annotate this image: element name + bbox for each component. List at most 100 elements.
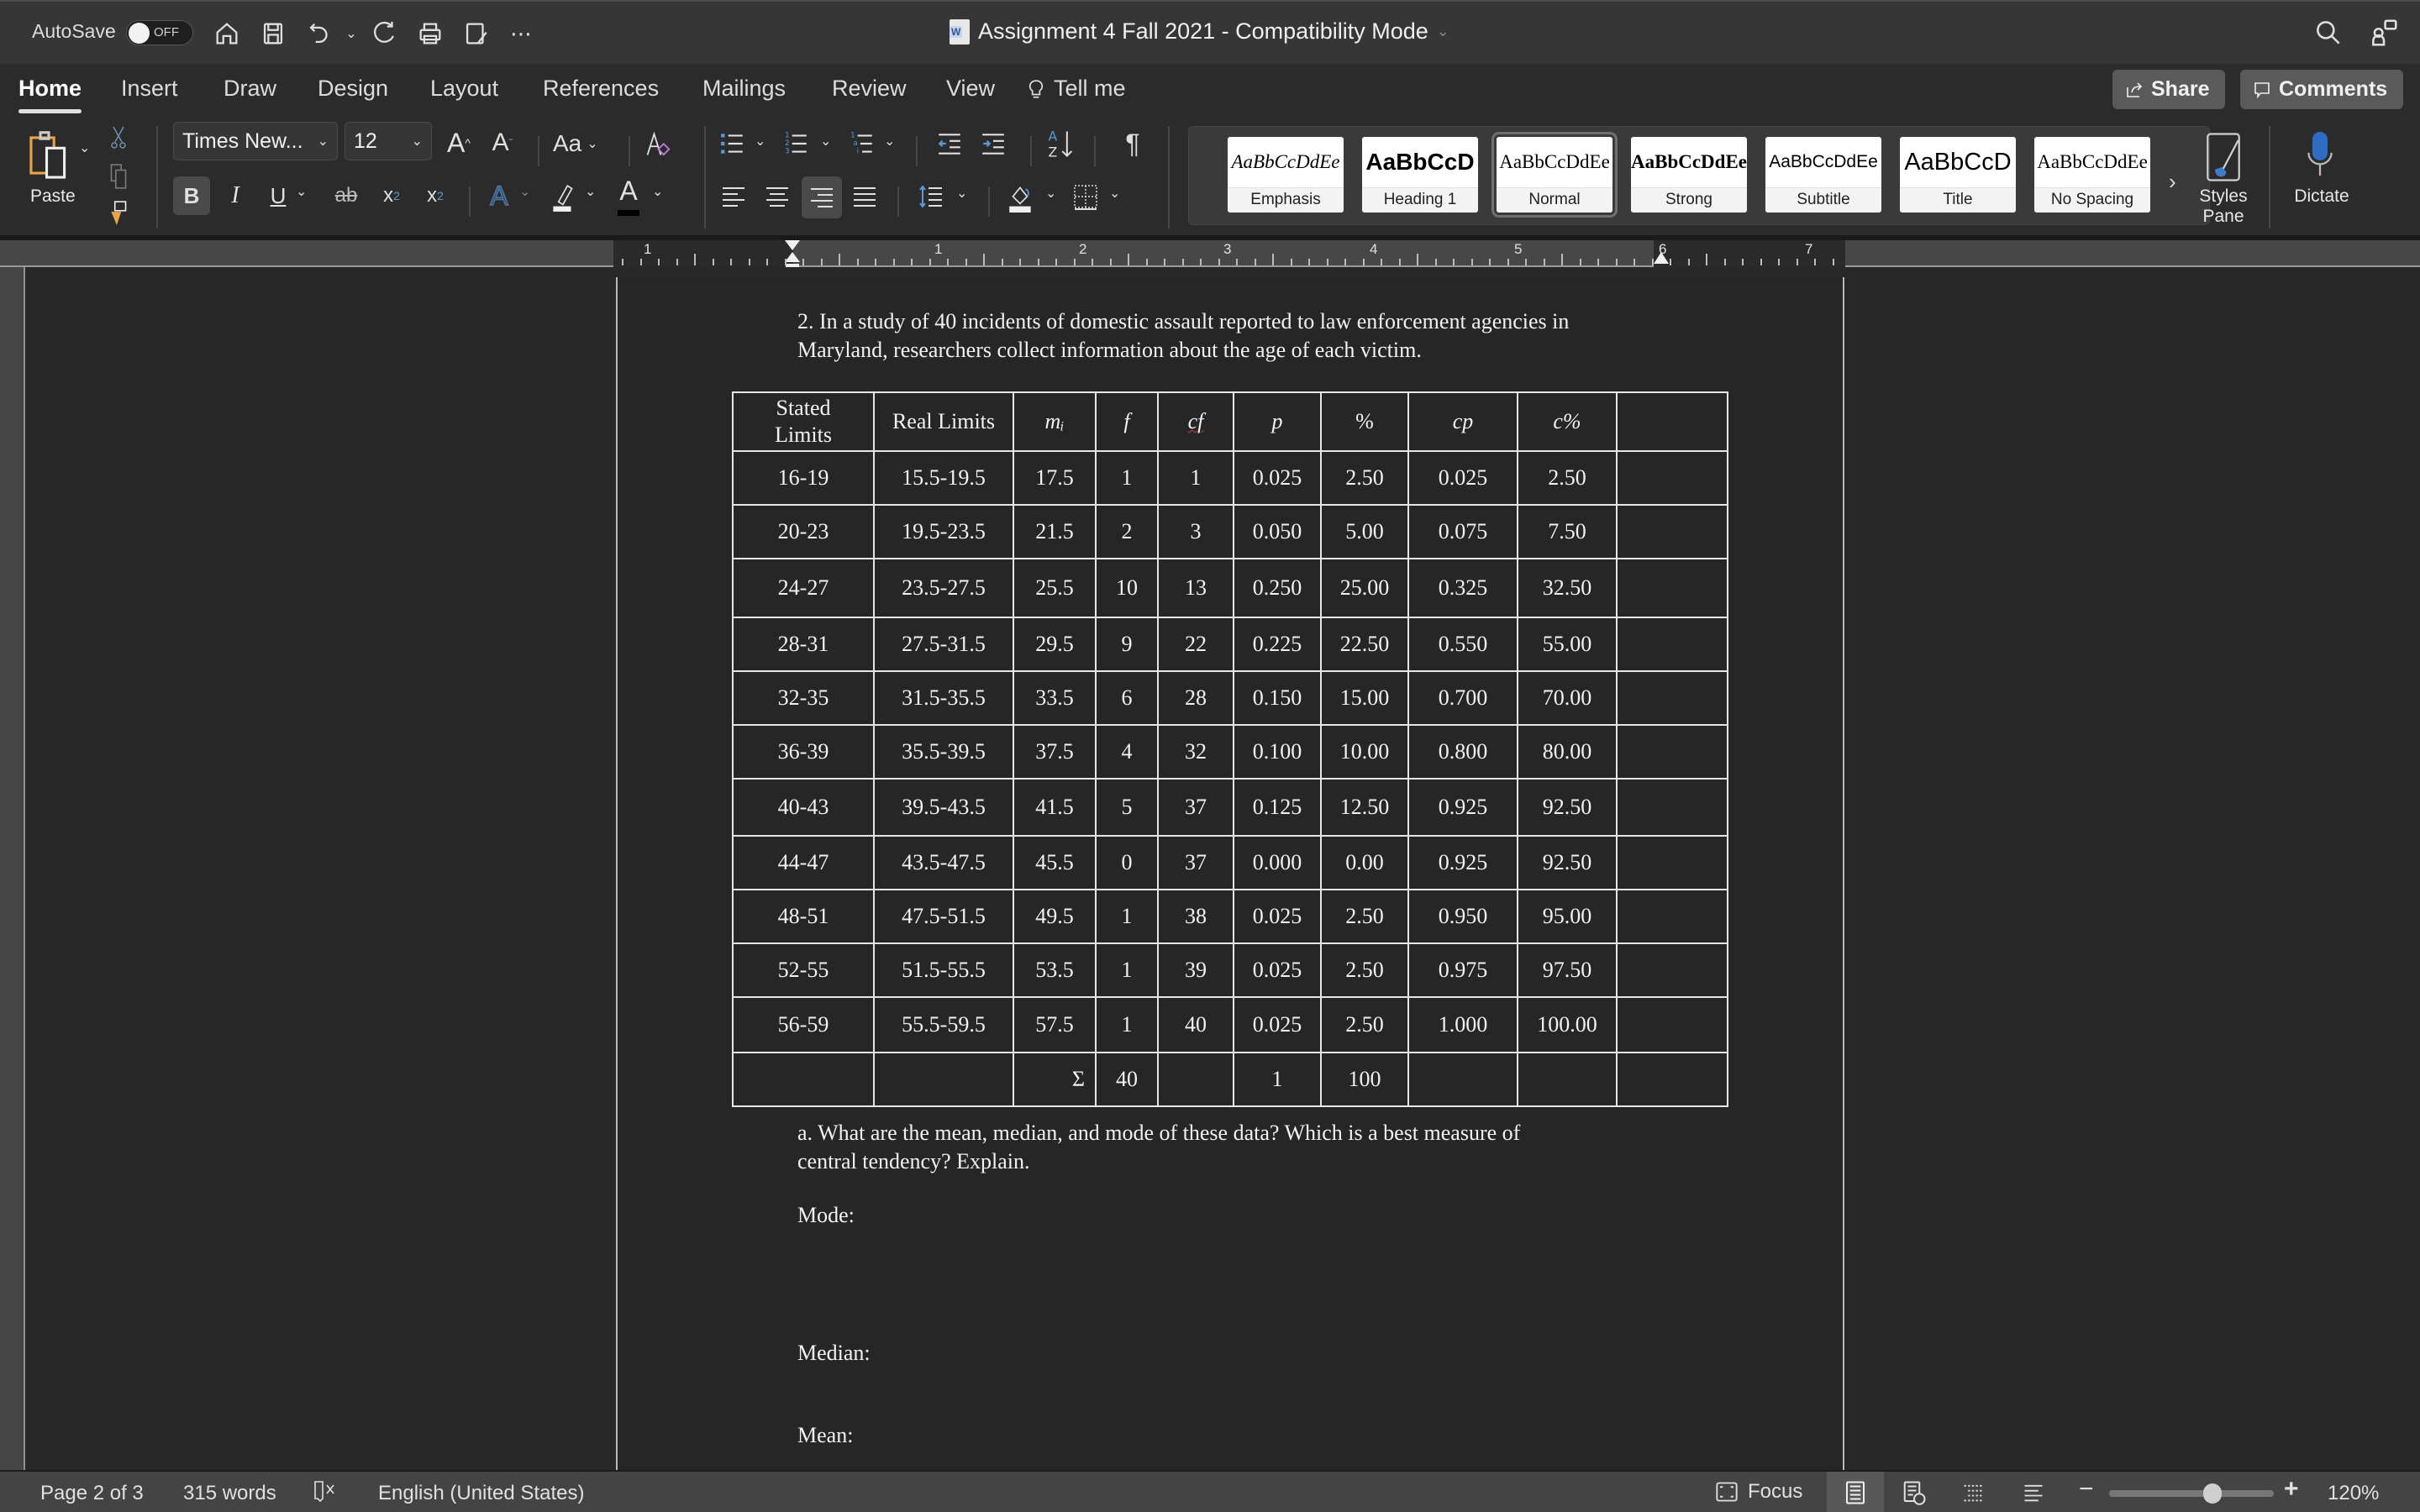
tab-insert[interactable]: Insert <box>121 76 178 102</box>
font-name-select[interactable]: Times New... ⌄ <box>173 122 338 160</box>
bullets-icon[interactable] <box>719 126 746 161</box>
cell-cumulative-proportion: 0.075 <box>1407 504 1518 559</box>
style-title[interactable]: AaBbCcD Title <box>1900 137 2016 213</box>
multilevel-list-icon[interactable]: 1ai <box>849 126 876 161</box>
zoom-slider[interactable] <box>2109 1483 2274 1504</box>
style-no-spacing[interactable]: AaBbCcDdEe No Spacing <box>2034 137 2150 213</box>
draft-view-button[interactable] <box>2005 1472 2062 1512</box>
paste-dropdown-icon[interactable]: ⌄ <box>79 139 90 156</box>
bullets-dropdown-icon[interactable]: ⌄ <box>755 133 765 150</box>
subscript-button[interactable]: x2 <box>376 176 407 215</box>
horizontal-ruler[interactable]: 1 1 2 3 4 5 6 7 <box>0 240 2420 272</box>
cf-text: cf <box>1187 409 1204 433</box>
shading-icon[interactable] <box>1005 178 1037 217</box>
borders-icon[interactable] <box>1071 178 1101 217</box>
line-spacing-icon[interactable] <box>916 178 946 215</box>
undo-dropdown-icon[interactable]: ⌄ <box>334 17 368 50</box>
shrink-font-icon[interactable]: Aˇ <box>486 126 519 160</box>
tab-layout[interactable]: Layout <box>430 76 498 102</box>
left-indent-marker[interactable] <box>785 252 800 262</box>
zoom-slider-thumb[interactable] <box>2203 1483 2222 1504</box>
focus-button[interactable]: Focus <box>1714 1480 1802 1504</box>
style-normal[interactable]: AaBbCcDdEe Normal <box>1491 132 1618 218</box>
tell-me[interactable]: Tell me <box>1025 76 1126 102</box>
zoom-out-button[interactable]: − <box>2079 1475 2094 1504</box>
search-icon[interactable] <box>2312 17 2346 50</box>
tab-draw[interactable]: Draw <box>224 76 276 102</box>
increase-indent-icon[interactable] <box>978 126 1008 161</box>
autosave-toggle[interactable]: OFF <box>126 20 193 45</box>
justify-icon[interactable] <box>850 178 879 215</box>
line-spacing-dropdown-icon[interactable]: ⌄ <box>956 185 967 202</box>
sort-icon[interactable]: AZ <box>1044 124 1077 163</box>
more-icon[interactable]: ⋯ <box>504 17 538 50</box>
font-color-dropdown-icon[interactable]: ⌄ <box>652 183 663 200</box>
align-right-icon[interactable] <box>802 176 842 218</box>
highlight-icon[interactable] <box>546 178 580 217</box>
outline-view-button[interactable] <box>1944 1472 2002 1512</box>
print-icon[interactable] <box>413 17 447 50</box>
save-icon[interactable] <box>256 17 290 50</box>
document-page[interactable]: 2. In a study of 40 incidents of domesti… <box>616 277 1844 1470</box>
print-layout-view-button[interactable] <box>1827 1472 1884 1512</box>
right-indent-marker[interactable] <box>1654 252 1669 264</box>
zoom-level[interactable]: 120% <box>2328 1482 2379 1505</box>
document-title[interactable]: Assignment 4 Fall 2021 - Compatibility M… <box>950 18 1449 45</box>
align-center-icon[interactable] <box>763 178 792 215</box>
home-icon[interactable] <box>210 17 244 50</box>
italic-button[interactable]: I <box>220 176 250 215</box>
decrease-indent-icon[interactable] <box>934 126 965 161</box>
tab-design[interactable]: Design <box>318 76 388 102</box>
font-color-button[interactable]: A <box>612 176 645 218</box>
comments-button[interactable]: Comments <box>2240 70 2403 109</box>
share-people-icon[interactable] <box>2368 17 2402 50</box>
numbering-icon[interactable]: 123 <box>783 126 810 161</box>
style-heading-1[interactable]: AaBbCcD Heading 1 <box>1362 137 1478 213</box>
text-effects-dropdown-icon[interactable]: ⌄ <box>519 183 530 200</box>
gallery-next-icon[interactable]: › <box>2169 169 2176 195</box>
shading-dropdown-icon[interactable]: ⌄ <box>1045 185 1056 202</box>
bold-button[interactable]: B <box>173 176 210 215</box>
underline-dropdown-icon[interactable]: ⌄ <box>296 183 307 200</box>
numbering-dropdown-icon[interactable]: ⌄ <box>820 133 831 150</box>
styles-pane-icon[interactable] <box>2198 126 2249 188</box>
show-formatting-button[interactable]: ¶ <box>1118 126 1148 161</box>
format-painter-icon[interactable] <box>106 198 131 228</box>
cell-frequency: 2 <box>1095 504 1159 559</box>
microphone-icon[interactable] <box>2299 123 2341 185</box>
tab-home[interactable]: Home <box>18 76 82 113</box>
change-case-button[interactable]: Aa ⌄ <box>553 128 598 160</box>
tab-mailings[interactable]: Mailings <box>702 76 786 102</box>
edit-save-icon[interactable] <box>459 17 492 50</box>
proofing-icon[interactable] <box>313 1478 338 1509</box>
align-left-icon[interactable] <box>719 178 748 215</box>
font-size-select[interactable]: 12 ⌄ <box>345 122 432 160</box>
underline-button[interactable]: U <box>264 176 292 215</box>
word-count[interactable]: 315 words <box>183 1482 276 1505</box>
multilevel-dropdown-icon[interactable]: ⌄ <box>884 133 895 150</box>
zoom-in-button[interactable]: + <box>2284 1475 2299 1504</box>
tab-view[interactable]: View <box>946 76 995 102</box>
tab-references[interactable]: References <box>543 76 659 102</box>
first-line-indent-marker[interactable] <box>785 240 800 250</box>
tab-review[interactable]: Review <box>832 76 907 102</box>
grow-font-icon[interactable]: A ^ <box>442 126 476 160</box>
text-effects-icon[interactable]: A <box>482 176 516 215</box>
highlight-dropdown-icon[interactable]: ⌄ <box>585 183 596 200</box>
style-strong[interactable]: AaBbCcDdEe Strong <box>1631 137 1747 213</box>
copy-icon[interactable] <box>106 161 131 192</box>
redo-icon[interactable] <box>368 17 402 50</box>
borders-dropdown-icon[interactable]: ⌄ <box>1109 185 1120 202</box>
share-button[interactable]: Share <box>2112 70 2225 109</box>
paste-icon[interactable] <box>24 126 74 185</box>
strikethrough-button[interactable]: ab <box>329 176 363 215</box>
clear-formatting-icon[interactable] <box>640 126 676 163</box>
cut-icon[interactable] <box>106 123 131 153</box>
undo-icon[interactable] <box>302 17 336 50</box>
superscript-button[interactable]: x2 <box>420 176 450 215</box>
language[interactable]: English (United States) <box>378 1482 584 1505</box>
page-count[interactable]: Page 2 of 3 <box>40 1482 144 1505</box>
style-subtitle[interactable]: AaBbCcDdEe Subtitle <box>1765 137 1881 213</box>
web-layout-view-button[interactable] <box>1886 1472 1943 1512</box>
style-emphasis[interactable]: AaBbCcDdEe Emphasis <box>1228 137 1344 213</box>
